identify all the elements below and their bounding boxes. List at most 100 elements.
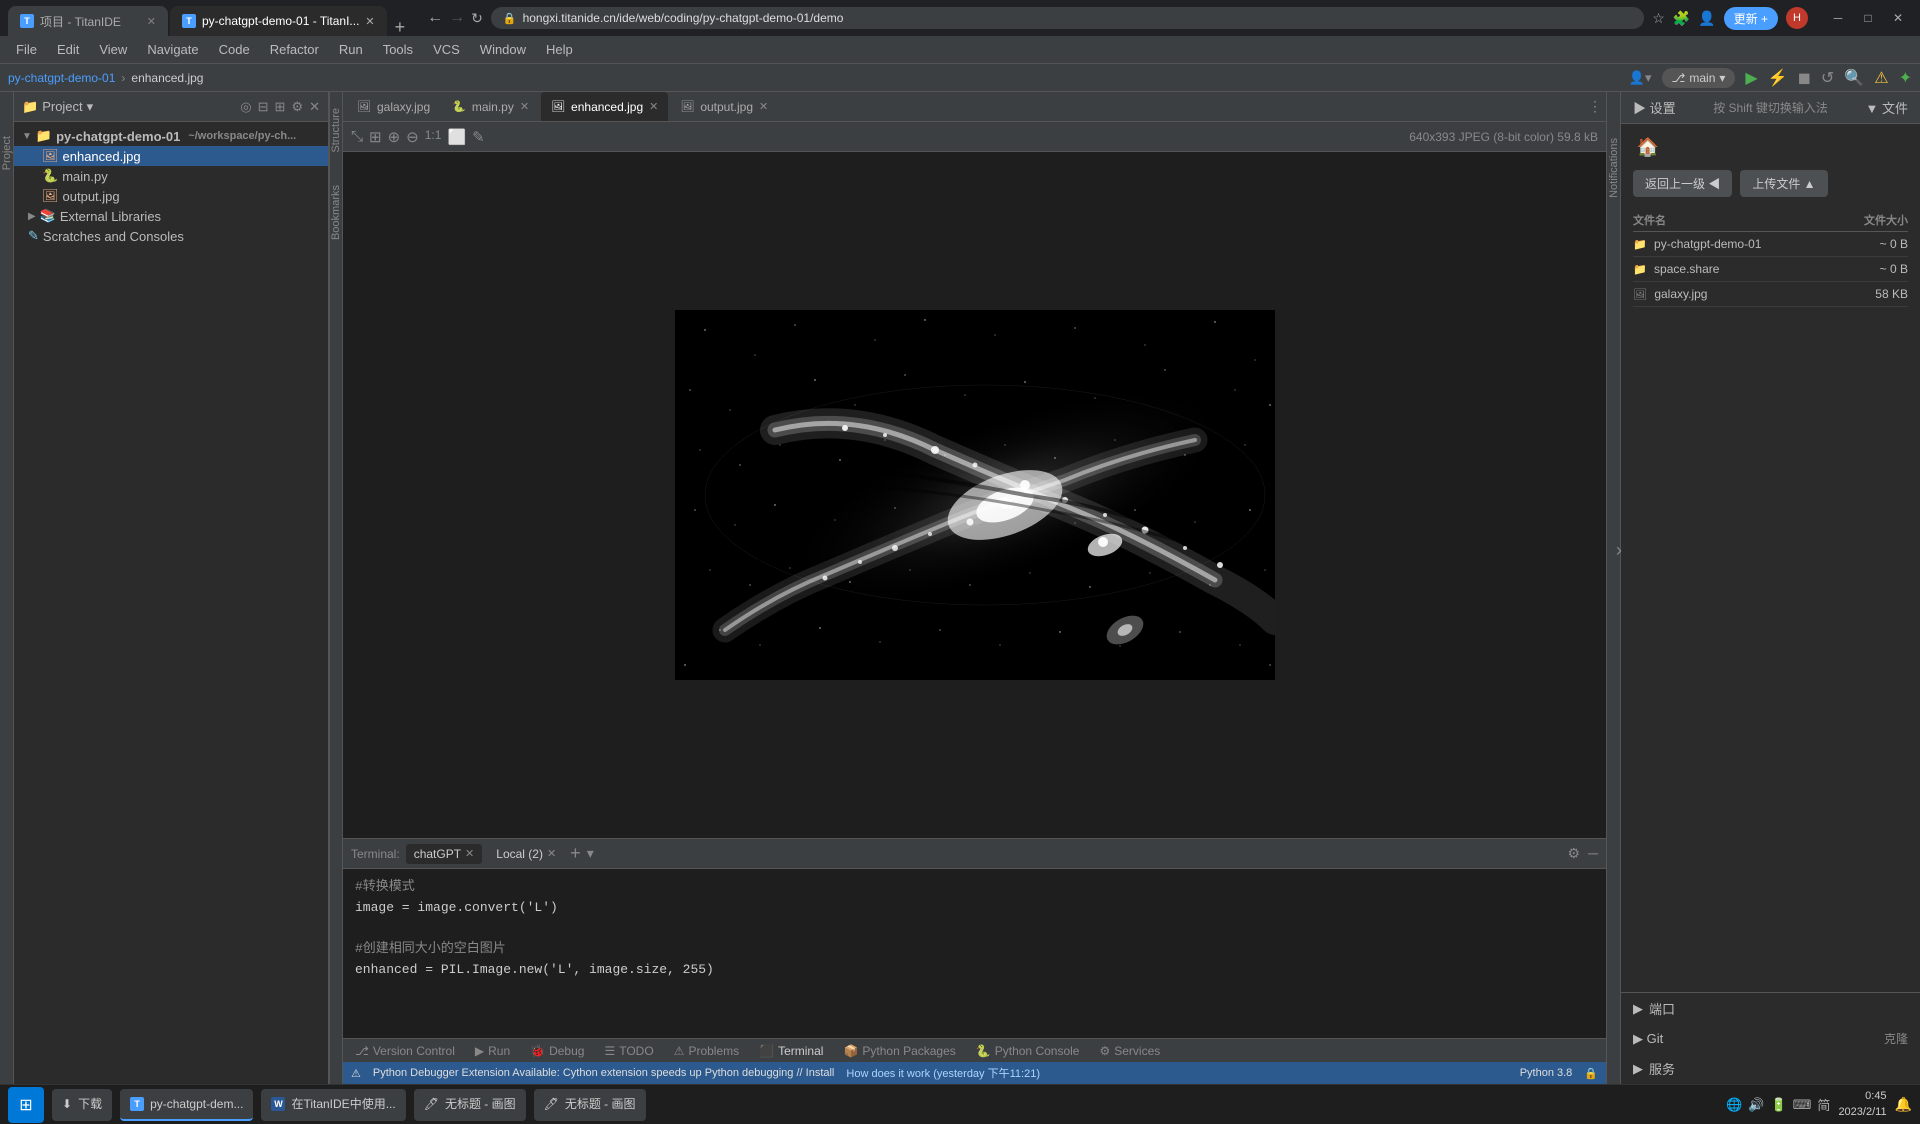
tab-close-1[interactable]: ✕ (147, 15, 156, 28)
taskbar-word[interactable]: W 在TitanIDE中使用... (261, 1089, 405, 1121)
branch-selector[interactable]: ⎇ main ▾ (1662, 68, 1736, 88)
breadcrumb-project[interactable]: py-chatgpt-demo-01 (8, 71, 115, 85)
editor-tab-galaxy[interactable]: 🖼 galaxy.jpg (347, 92, 440, 121)
enhanced-tab-close[interactable]: ✕ (649, 100, 658, 113)
terminal-tab-local[interactable]: Local (2) ✕ (488, 844, 564, 864)
project-action-layout[interactable]: ⊟ (258, 99, 269, 115)
battery-icon[interactable]: 🔋 (1770, 1097, 1786, 1113)
editor-tab-output[interactable]: 🖼 output.jpg ✕ (670, 92, 778, 121)
zoom-out-icon[interactable]: ⊖ (406, 128, 419, 146)
tool-version-control[interactable]: ⎇ Version Control (351, 1044, 459, 1058)
tab-close-2[interactable]: ✕ (365, 15, 374, 28)
editor-tab-enhanced[interactable]: 🖼 enhanced.jpg ✕ (541, 92, 668, 121)
file-row-2[interactable]: 🖼 galaxy.jpg 58 KB (1633, 282, 1908, 307)
menu-edit[interactable]: Edit (49, 39, 87, 60)
tool-problems[interactable]: ⚠ Problems (670, 1044, 743, 1058)
file-row-1[interactable]: 📁 space.share ~ 0 B (1633, 257, 1908, 282)
keyboard-icon[interactable]: ⌨ (1793, 1097, 1812, 1113)
local-tab-close[interactable]: ✕ (547, 847, 556, 860)
user-menu-icon[interactable]: 👤▾ (1629, 70, 1652, 86)
taskbar-paint2[interactable]: 🖊 无标题 - 画图 (534, 1089, 646, 1121)
project-action-scope[interactable]: ◎ (240, 99, 251, 115)
upload-button[interactable]: 上传文件 ▲ (1740, 170, 1827, 197)
forward-button[interactable]: → (449, 9, 465, 27)
menu-help[interactable]: Help (538, 39, 581, 60)
expand-panel-button[interactable]: › (1616, 540, 1622, 561)
services-section[interactable]: ▶ 服务 (1621, 1053, 1920, 1084)
tool-debug[interactable]: 🐞 Debug (526, 1044, 588, 1058)
address-bar[interactable]: 🔒 hongxi.titanide.cn/ide/web/coding/py-c… (491, 7, 1644, 29)
terminal-dropdown[interactable]: ▾ (587, 845, 594, 862)
menu-navigate[interactable]: Navigate (139, 39, 206, 60)
volume-icon[interactable]: 🔊 (1748, 1097, 1764, 1113)
tree-item-scratches[interactable]: ✎ Scratches and Consoles (14, 226, 328, 246)
menu-file[interactable]: File (8, 39, 45, 60)
minimize-button[interactable]: ─ (1824, 4, 1852, 32)
browser-tab-2[interactable]: T py-chatgpt-demo-01 - TitanI... ✕ (170, 6, 387, 36)
home-button[interactable]: 🏠 (1633, 132, 1663, 162)
file-row-0[interactable]: 📁 py-chatgpt-demo-01 ~ 0 B (1633, 232, 1908, 257)
reload-button[interactable]: ↻ (471, 10, 483, 27)
editor-tab-main[interactable]: 🐍 main.py ✕ (442, 92, 539, 121)
bookmarks-label[interactable]: Bookmarks (328, 179, 344, 246)
output-tab-close[interactable]: ✕ (759, 100, 768, 113)
terminal-minimize-icon[interactable]: ─ (1588, 845, 1598, 862)
stop-icon[interactable]: ◼ (1798, 68, 1811, 88)
structure-label[interactable]: Structure (328, 102, 344, 159)
bookmark-icon[interactable]: ☆ (1652, 10, 1665, 27)
tree-item-enhanced[interactable]: 🖼 enhanced.jpg (14, 146, 328, 166)
update-button[interactable]: 更新 + (1724, 7, 1778, 30)
tool-todo[interactable]: ☰ TODO (600, 1044, 657, 1058)
tree-item-main[interactable]: 🐍 main.py (14, 166, 328, 186)
chatgpt-tab-close[interactable]: ✕ (465, 847, 474, 860)
taskbar-paint1[interactable]: 🖊 无标题 - 画图 (414, 1089, 526, 1121)
terminal-settings-icon[interactable]: ⚙ (1568, 845, 1581, 862)
search-icon[interactable]: 🔍 (1844, 68, 1864, 88)
rerun-icon[interactable]: ↺ (1821, 68, 1834, 88)
new-tab-button[interactable]: + (389, 18, 412, 36)
port-section[interactable]: ▶ 端口 (1621, 993, 1920, 1024)
taskbar-downloads[interactable]: ⬇ 下载 (52, 1089, 112, 1121)
menu-window[interactable]: Window (472, 39, 534, 60)
notification-icon[interactable]: 🔔 (1895, 1096, 1912, 1113)
project-strip-label[interactable]: Project (0, 132, 14, 174)
edit-icon[interactable]: ✎ (472, 128, 485, 146)
menu-refactor[interactable]: Refactor (262, 39, 327, 60)
tool-python-packages[interactable]: 📦 Python Packages (839, 1044, 959, 1058)
menu-run[interactable]: Run (331, 39, 371, 60)
menu-code[interactable]: Code (211, 39, 258, 60)
run-button[interactable]: ▶ (1745, 68, 1757, 88)
profile-icon[interactable]: 👤 (1698, 10, 1715, 27)
project-action-close[interactable]: ✕ (309, 99, 320, 115)
add-terminal-button[interactable]: + (570, 843, 581, 864)
tool-terminal[interactable]: ⬛ Terminal (755, 1044, 827, 1058)
zoom-in-icon[interactable]: ⊕ (388, 128, 401, 146)
tool-python-console[interactable]: 🐍 Python Console (972, 1044, 1084, 1058)
terminal-tab-chatgpt[interactable]: chatGPT ✕ (406, 844, 483, 864)
menu-view[interactable]: View (91, 39, 135, 60)
grid-icon[interactable]: ⊞ (369, 128, 382, 146)
file-section-label[interactable]: ▼ 文件 (1865, 98, 1908, 117)
network-icon[interactable]: 🌐 (1726, 1097, 1742, 1113)
build-icon[interactable]: ⚡ (1768, 68, 1788, 88)
main-tab-close[interactable]: ✕ (520, 100, 529, 113)
tool-services[interactable]: ⚙ Services (1095, 1044, 1164, 1058)
back-button[interactable]: ← (427, 9, 443, 27)
project-action-settings[interactable]: ⚙ (291, 99, 303, 115)
warning-icon[interactable]: ⚠ (1874, 68, 1888, 88)
close-button[interactable]: ✕ (1884, 4, 1912, 32)
fit-icon[interactable]: ⤡ (351, 128, 363, 146)
maximize-button[interactable]: □ (1854, 4, 1882, 32)
dropdown-icon[interactable]: ▾ (87, 99, 94, 115)
tree-root[interactable]: ▼ 📁 py-chatgpt-demo-01 ~/workspace/py-ch… (14, 126, 328, 146)
lang-icon[interactable]: 简 (1817, 1095, 1830, 1114)
tree-item-output[interactable]: 🖼 output.jpg (14, 186, 328, 206)
settings-collapse[interactable]: ▶ 设置 (1633, 98, 1676, 117)
extensions-icon[interactable]: 🧩 (1673, 10, 1690, 27)
git-section[interactable]: ▶ Git 克隆 (1621, 1024, 1920, 1053)
tree-item-external-libs[interactable]: ▶ 📚 External Libraries (14, 206, 328, 226)
project-action-collapse[interactable]: ⊞ (275, 99, 286, 115)
tab-more-button[interactable]: ⋮ (1588, 98, 1602, 115)
frame-icon[interactable]: ⬜ (447, 128, 466, 146)
taskbar-titanide[interactable]: T py-chatgpt-dem... (120, 1089, 253, 1121)
